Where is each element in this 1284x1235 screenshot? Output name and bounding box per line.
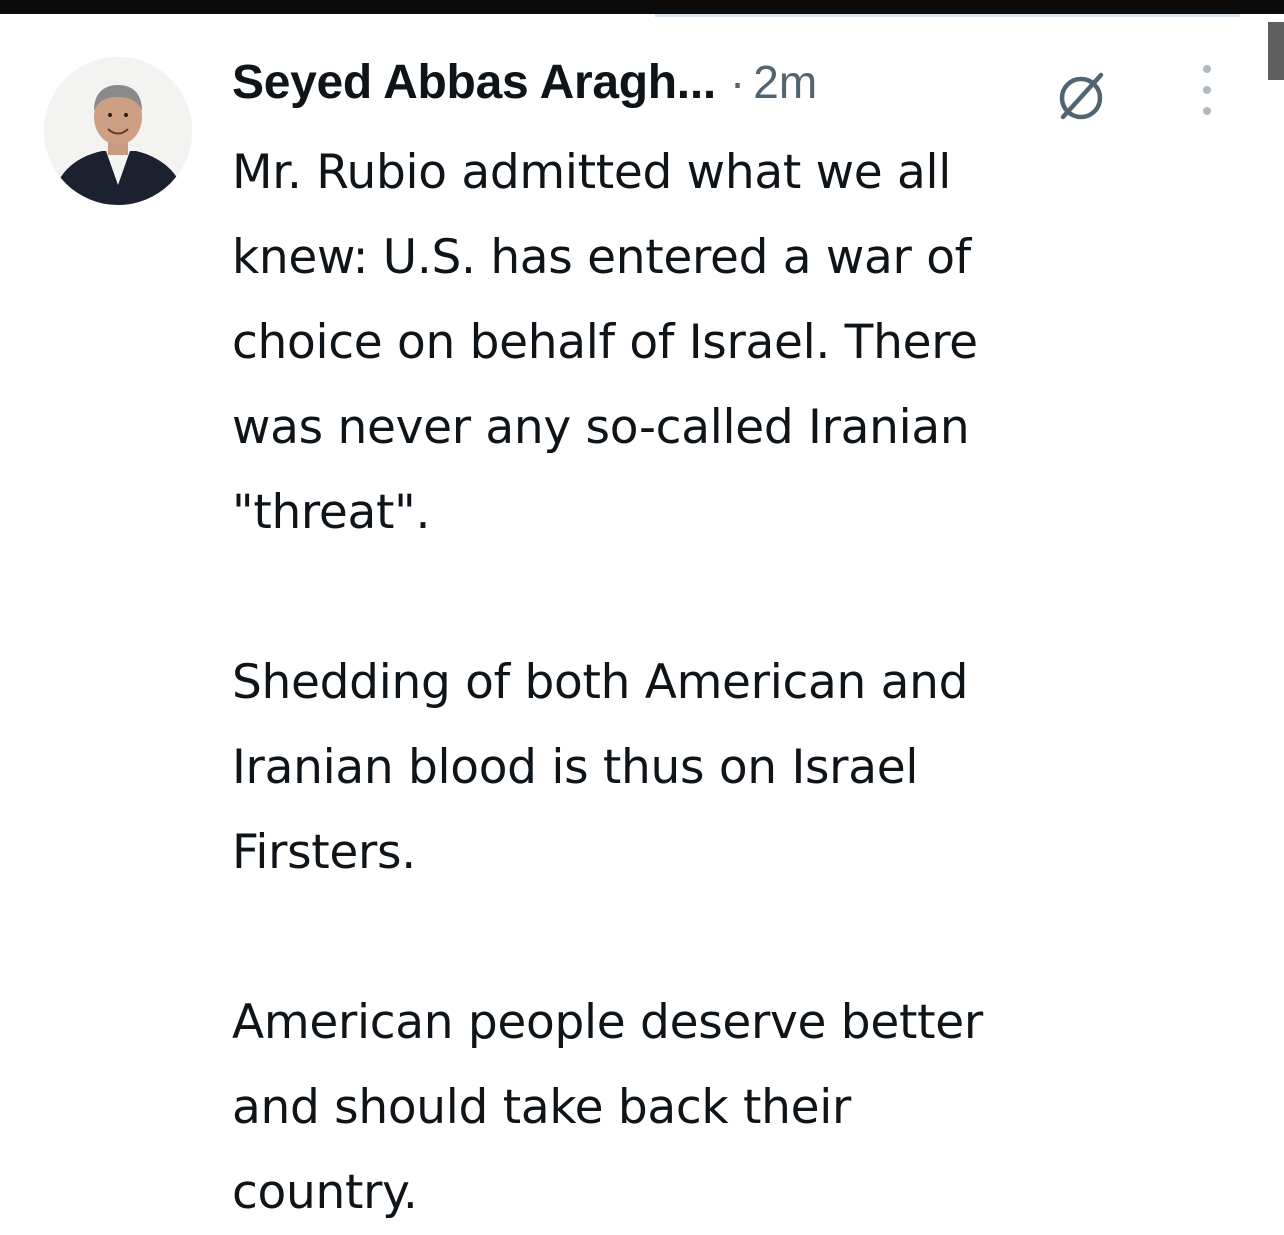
tweet-header: Seyed Abbas Aragh... · 2m — [232, 51, 817, 113]
tweet-paragraph-1: Mr. Rubio admitted what we all knew: U.S… — [232, 145, 978, 540]
scrollbar-thumb[interactable] — [1268, 22, 1284, 80]
author-avatar[interactable] — [44, 57, 192, 205]
tweet-card[interactable]: Seyed Abbas Aragh... · 2m Mr. Rubio admi… — [0, 17, 1260, 1220]
avatar-photo — [44, 57, 192, 205]
author-name[interactable]: Seyed Abbas Aragh... — [232, 55, 716, 110]
grok-icon[interactable] — [1052, 67, 1110, 125]
tweet-paragraph-3: American people deserve better and shoul… — [232, 995, 983, 1220]
status-bar — [0, 0, 1284, 14]
timestamp[interactable]: 2m — [753, 55, 817, 109]
more-options-icon[interactable] — [1196, 65, 1218, 115]
tweet-text: Mr. Rubio admitted what we all knew: U.S… — [232, 130, 1192, 1235]
tweet-paragraph-2: Shedding of both American and Iranian bl… — [232, 655, 969, 880]
meta-separator: · — [729, 56, 746, 108]
